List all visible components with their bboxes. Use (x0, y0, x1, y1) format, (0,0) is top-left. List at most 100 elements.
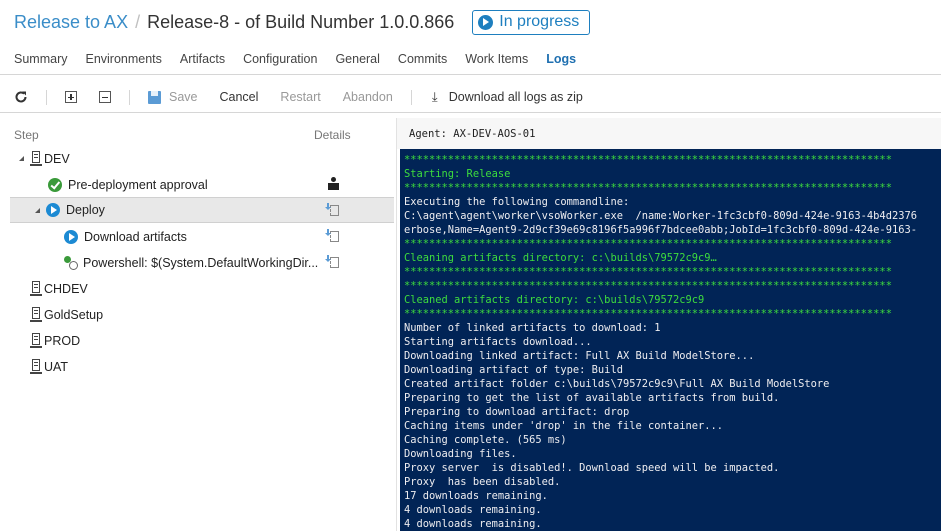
download-icon: ⤓ (431, 89, 438, 104)
environment-row-goldsetup[interactable]: GoldSetup (10, 302, 394, 327)
log-line: Downloading artifact of type: Build (404, 364, 623, 376)
environment-row-chdev[interactable]: CHDEV (10, 276, 394, 301)
agent-name: Agent: AX-DEV-AOS-01 (397, 118, 941, 149)
save-icon (148, 90, 161, 104)
server-icon (30, 151, 42, 166)
breadcrumb-separator: / (135, 11, 141, 32)
download-logs-label: Download all logs as zip (448, 90, 583, 104)
environment-row-uat[interactable]: UAT (10, 354, 394, 379)
log-line: Executing the following commandline: (404, 196, 630, 208)
tab-artifacts[interactable]: Artifacts (180, 52, 225, 66)
collapse-all-icon (99, 91, 111, 103)
status-text: In progress (499, 13, 580, 30)
toolbar-divider (410, 89, 412, 105)
environment-name: GoldSetup (44, 307, 104, 322)
log-line: Cleaned artifacts directory: c:\builds\7… (404, 294, 705, 306)
step-row-pre-deployment-approval[interactable]: Pre-deployment approval (10, 172, 394, 197)
step-label: Deploy (66, 203, 105, 217)
log-line: Proxy has been disabled. (404, 476, 561, 488)
approver-icon[interactable] (328, 177, 339, 191)
steps-pane: Step Details DEV Pre-deployment approval… (0, 118, 394, 531)
refresh-icon (15, 91, 27, 103)
log-line: Downloading linked artifact: Full AX Bui… (404, 350, 755, 362)
step-row-download-artifacts[interactable]: Download artifacts (10, 224, 394, 249)
log-line: Proxy server is disabled!. Download spee… (404, 462, 780, 474)
environment-name: UAT (44, 359, 69, 374)
environment-name: DEV (44, 151, 70, 166)
environment-name: CHDEV (44, 281, 88, 296)
expand-all-icon (65, 91, 77, 103)
log-line: ****************************************… (404, 182, 892, 194)
toolbar-divider (129, 89, 130, 105)
step-label: Download artifacts (84, 229, 187, 244)
toolbar: Save Cancel Restart Abandon ⤓ Download a… (0, 82, 941, 113)
abandon-button[interactable]: Abandon (343, 90, 393, 104)
view-log-icon[interactable] (325, 203, 340, 217)
in-progress-icon (478, 14, 494, 30)
step-label: Pre-deployment approval (68, 177, 208, 192)
save-button[interactable]: Save (148, 90, 198, 104)
toolbar-divider (46, 89, 47, 105)
in-progress-icon (64, 229, 78, 244)
log-line: ****************************************… (404, 238, 892, 250)
view-log-icon[interactable] (325, 229, 340, 243)
cancel-button[interactable]: Cancel (220, 90, 259, 104)
log-line: 17 downloads remaining. (404, 490, 548, 502)
tab-summary[interactable]: Summary (14, 52, 67, 66)
log-line: ****************************************… (404, 308, 892, 320)
server-icon (30, 359, 42, 374)
save-label: Save (169, 90, 198, 104)
log-pane: Agent: AX-DEV-AOS-01 *******************… (396, 118, 941, 531)
server-icon (30, 333, 42, 348)
log-line: ****************************************… (404, 154, 892, 166)
log-line: Caching complete. (565 ms) (404, 434, 567, 446)
log-line: 4 downloads remaining. (404, 518, 542, 530)
status-badge: In progress (472, 9, 591, 35)
environment-name: PROD (44, 333, 81, 348)
server-icon (30, 307, 42, 322)
environment-row-dev[interactable]: DEV (10, 146, 394, 171)
release-definition-link[interactable]: Release to AX (14, 12, 128, 33)
tab-environments[interactable]: Environments (85, 52, 161, 66)
tab-logs[interactable]: Logs (546, 52, 576, 66)
tab-general[interactable]: General (335, 52, 379, 66)
download-logs-button[interactable]: ⤓ Download all logs as zip (430, 89, 583, 105)
in-progress-icon (46, 203, 60, 217)
tab-work-items[interactable]: Work Items (465, 52, 528, 66)
refresh-button[interactable] (14, 90, 28, 104)
tab-configuration[interactable]: Configuration (243, 52, 317, 66)
log-line: 4 downloads remaining. (404, 504, 542, 516)
step-row-powershell[interactable]: Powershell: $(System.DefaultWorkingDir..… (10, 250, 394, 275)
log-line: Downloading files. (404, 448, 517, 460)
step-label: Powershell: $(System.DefaultWorkingDir..… (83, 255, 319, 270)
log-line: C:\agent\agent\worker\vsoWorker.exe /nam… (404, 210, 917, 222)
environment-row-prod[interactable]: PROD (10, 328, 394, 353)
log-line: Starting: Release (404, 168, 511, 180)
step-row-deploy[interactable]: Deploy (10, 197, 394, 223)
tab-bar: Summary Environments Artifacts Configura… (0, 44, 941, 75)
step-column-header: Step (14, 128, 39, 142)
log-line: ****************************************… (404, 280, 892, 292)
log-line: Created artifact folder c:\builds\79572c… (404, 378, 830, 390)
expand-all-button[interactable] (65, 91, 77, 103)
log-line: Caching items under 'drop' in the file c… (404, 420, 724, 432)
log-line: erbose,Name=Agent9-2d9cf39e69c8196f5a996… (404, 224, 917, 236)
log-line: Preparing to get the list of available a… (404, 392, 780, 404)
log-line: Cleaning artifacts directory: c:\builds\… (404, 252, 717, 264)
log-line: ****************************************… (404, 266, 892, 278)
success-icon (48, 177, 62, 192)
restart-button[interactable]: Restart (280, 90, 320, 104)
log-line: Number of linked artifacts to download: … (404, 322, 661, 334)
expand-caret-icon[interactable] (19, 156, 24, 161)
release-title: Release-8 - of Build Number 1.0.0.866 (147, 11, 455, 32)
view-log-icon[interactable] (325, 255, 340, 269)
pending-icon (64, 255, 78, 270)
tab-commits[interactable]: Commits (398, 52, 447, 66)
log-line: Starting artifacts download... (404, 336, 592, 348)
log-line: Preparing to download artifact: drop (404, 406, 630, 418)
expand-caret-icon[interactable] (35, 207, 40, 213)
log-console[interactable]: ****************************************… (400, 149, 941, 531)
server-icon (30, 281, 42, 296)
details-column-header: Details (314, 128, 351, 142)
collapse-all-button[interactable] (99, 91, 111, 103)
